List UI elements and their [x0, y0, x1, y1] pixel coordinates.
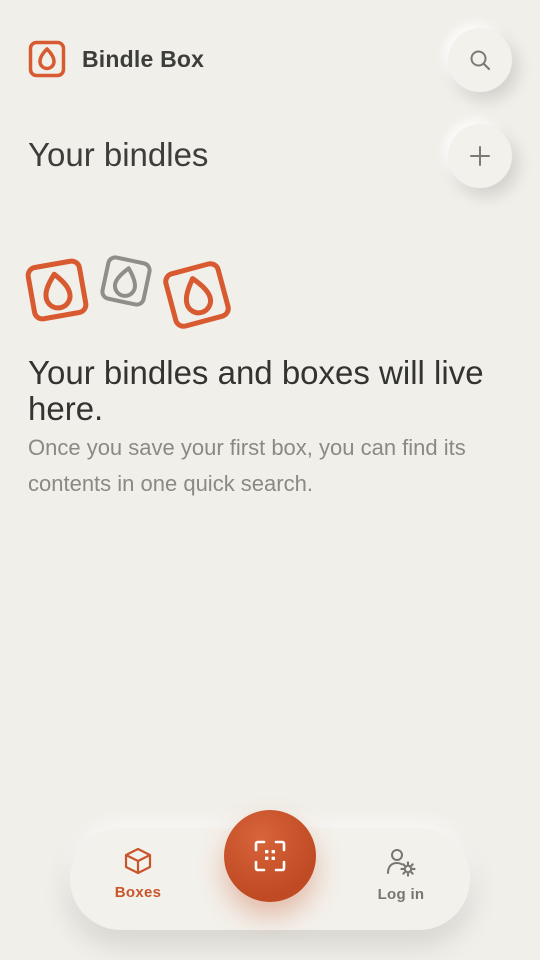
bindle-logo-icon — [28, 40, 66, 78]
bindle-logo-icon — [100, 255, 152, 307]
empty-state-illustration — [25, 255, 231, 329]
empty-state-title: Your bindles and boxes will live here. — [28, 354, 484, 427]
bindle-logo-icon — [163, 261, 231, 329]
user-settings-icon — [387, 849, 416, 877]
scan-button[interactable] — [224, 810, 316, 902]
nav-label-boxes: Boxes — [114, 884, 162, 901]
nav-item-boxes[interactable]: Boxes — [108, 846, 168, 901]
plus-icon — [470, 146, 490, 166]
scan-icon — [254, 840, 286, 872]
nav-item-login[interactable]: Log in — [366, 846, 436, 903]
search-button[interactable] — [448, 28, 512, 92]
app-title: Bindle Box — [82, 45, 205, 72]
app-header: Bindle Box — [28, 40, 204, 78]
page-title: Your bindles — [28, 136, 209, 173]
empty-state-text: Once you save your first box, you can fi… — [28, 435, 466, 496]
bindle-logo-icon — [25, 258, 89, 322]
add-bindle-button[interactable] — [448, 124, 512, 188]
search-icon — [470, 50, 491, 71]
box-icon — [124, 847, 152, 875]
nav-label-login: Log in — [377, 886, 425, 903]
